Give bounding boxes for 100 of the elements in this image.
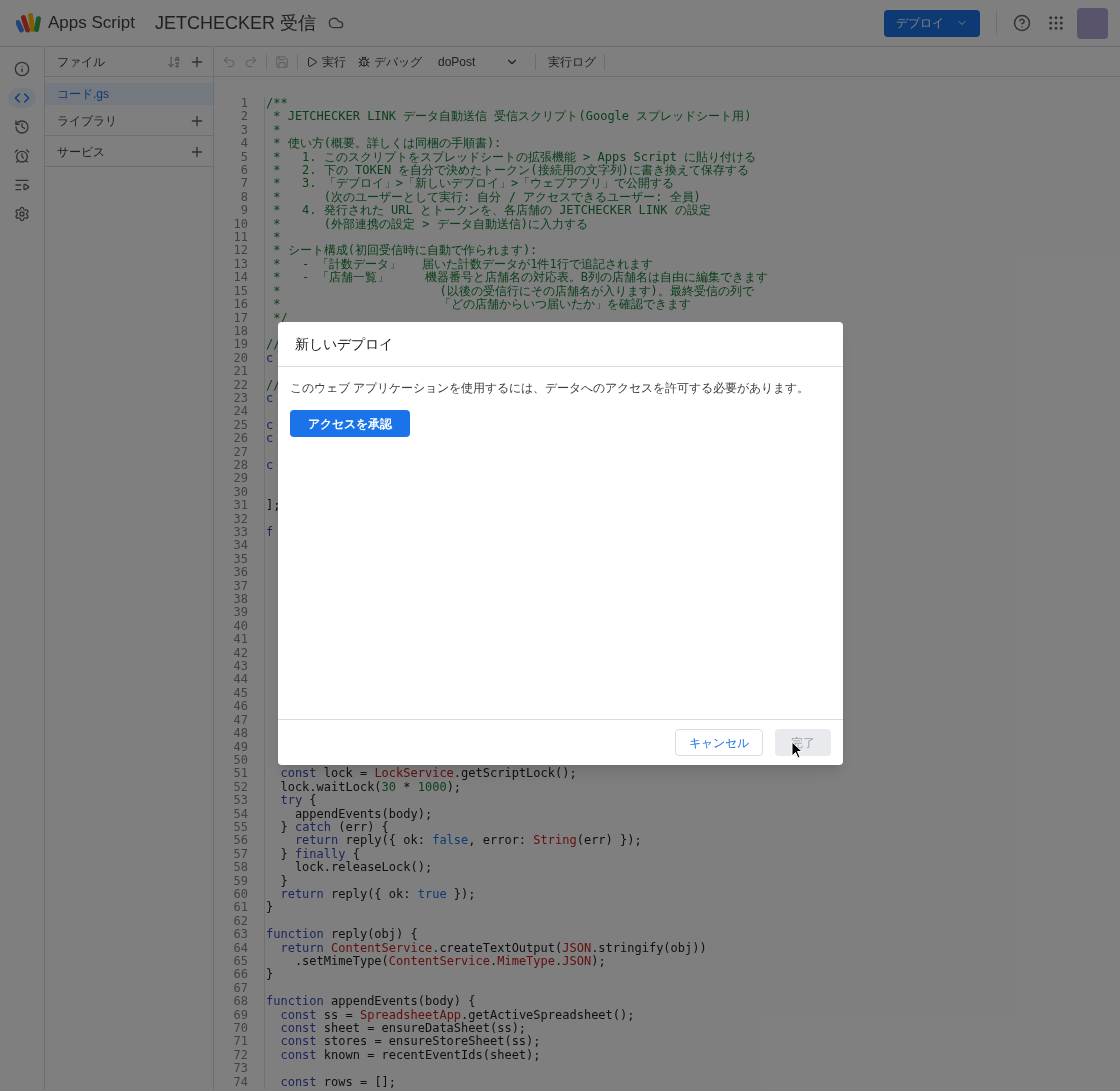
line-number: 63	[232, 928, 248, 942]
project-title[interactable]: JETCHECKER 受信	[154, 9, 316, 37]
code-icon	[14, 90, 30, 106]
sort-icon[interactable]	[167, 54, 181, 69]
function-dropdown[interactable]: doPost	[438, 52, 520, 71]
code-line: }	[279, 873, 288, 888]
code-line: function appendEvents(body) {	[266, 994, 476, 1009]
authorize-access-button[interactable]: アクセスを承認	[290, 410, 410, 437]
line-number: 57	[232, 847, 248, 862]
line-number: 26	[232, 432, 248, 446]
code-line: try {	[279, 793, 317, 808]
line-number: 8	[239, 190, 248, 205]
code-line: * 1. このスクリプトをスプレッドシートの拡張機能 > Apps Script に貼り付ける	[272, 149, 757, 164]
code-line: }	[266, 967, 274, 982]
line-number: 16	[232, 298, 248, 312]
code-line: c	[266, 417, 274, 432]
line-number: 71	[232, 1035, 248, 1049]
code-line: const stores = ensureStoreSheet(ss);	[279, 1034, 541, 1049]
line-number: 55	[232, 820, 248, 835]
line-number: 30	[232, 485, 248, 500]
line-number: 70	[232, 1022, 248, 1036]
line-number: 43	[232, 660, 248, 674]
line-number: 61	[232, 901, 248, 915]
info-icon	[14, 61, 30, 77]
code-line: * 2. 下の TOKEN を自分で決めたトークン(接続用の文字列)に書き換えて保存する	[272, 163, 749, 178]
apps-grid-icon[interactable]	[1047, 14, 1065, 32]
code-line: */	[272, 310, 288, 325]
code-line: * 使い方(概要。詳しくは同梱の手順書):	[272, 136, 502, 151]
line-number: 45	[232, 686, 248, 701]
redo-icon[interactable]	[244, 54, 258, 69]
line-number: 20	[232, 351, 248, 366]
help-icon[interactable]	[1013, 14, 1031, 32]
avatar[interactable]	[1077, 7, 1108, 39]
line-number: 58	[232, 861, 248, 875]
line-number: 23	[232, 391, 248, 406]
code-line: const lock = LockService.getScriptLock();	[279, 766, 577, 781]
line-number: 9	[239, 204, 248, 218]
line-number: 51	[232, 767, 248, 781]
file-item[interactable]: コード.gs	[45, 83, 213, 105]
dialog-title: 新しいデプロイ	[295, 334, 393, 354]
deploy-button[interactable]: デプロイ	[884, 9, 980, 37]
code-line: } catch (err) {	[279, 819, 389, 834]
line-number: 50	[232, 753, 248, 768]
line-number: 69	[232, 1008, 248, 1023]
add-icon[interactable]	[189, 144, 205, 160]
rail-button[interactable]	[8, 88, 36, 108]
line-number: 13	[232, 257, 248, 272]
line-number: 73	[232, 1062, 248, 1076]
line-number: 24	[232, 405, 248, 419]
line-number: 11	[232, 231, 248, 245]
line-number: 44	[232, 673, 248, 687]
line-number: 67	[232, 981, 248, 996]
code-line: const sheet = ensureDataSheet(ss);	[279, 1021, 527, 1036]
code-line: * (以後の受信行にその店舗名が入ります)。最終受信の列で	[272, 283, 754, 298]
line-number: 21	[232, 365, 248, 379]
alarm-clock-icon	[14, 148, 30, 164]
add-icon[interactable]	[189, 113, 205, 129]
files-heading: ファイル	[57, 53, 106, 71]
code-line: ];	[266, 498, 281, 513]
execution-log-button[interactable]: 実行ログ	[548, 52, 597, 71]
line-number: 31	[232, 499, 248, 513]
code-line: *	[272, 230, 281, 245]
run-button[interactable]: 実行	[306, 52, 346, 71]
code-line: return reply({ ok: false, error: String(err) });	[293, 833, 642, 848]
save-icon[interactable]	[275, 54, 289, 69]
line-number: 5	[239, 150, 248, 165]
line-number: 66	[232, 968, 248, 982]
logo-icon	[16, 12, 42, 34]
code-line: f	[266, 525, 274, 539]
line-number: 46	[232, 700, 248, 714]
undo-icon[interactable]	[222, 54, 236, 69]
code-line: .setMimeType(ContentService.MimeType.JSON);	[293, 954, 606, 968]
line-number: 18	[232, 324, 248, 339]
code-line: * 4. 発行された URL とトークンを、各店舗の JETCHECKER LINK の設定	[272, 203, 711, 218]
code-line: }	[266, 900, 274, 915]
line-number: 6	[239, 164, 248, 178]
line-number: 68	[232, 995, 248, 1009]
line-number: 15	[232, 284, 248, 299]
line-number: 41	[232, 633, 248, 647]
line-number: 53	[232, 794, 248, 808]
line-number: 38	[232, 593, 248, 607]
code-line: * (次のユーザーとして実行: 自分 / アクセスできるユーザー: 全員)	[272, 189, 701, 204]
code-line: lock.waitLock(30 * 1000);	[279, 779, 462, 794]
cancel-button[interactable]: キャンセル	[675, 729, 763, 756]
cloud-icon	[327, 15, 344, 31]
line-number: 52	[232, 780, 248, 795]
history-icon	[14, 119, 30, 135]
code-line: * - 「店舗一覧」 機器番号と店舗名の対応表。B列の店舗名は自由に編集できます	[272, 270, 768, 285]
line-number: 17	[232, 311, 248, 325]
code-line: lock.releaseLock();	[293, 860, 433, 875]
line-number: 28	[232, 458, 248, 473]
line-number: 74	[232, 1075, 248, 1090]
line-number: 34	[232, 539, 248, 553]
debug-button[interactable]: デバッグ	[358, 52, 422, 71]
line-number: 3	[239, 123, 248, 138]
settings-icon	[14, 206, 30, 222]
code-line: c	[266, 431, 274, 446]
line-number: 49	[232, 740, 248, 754]
line-number: 10	[232, 217, 248, 232]
code-line: * 「どの店舗からいつ届いたか」を確認できます	[272, 297, 692, 312]
